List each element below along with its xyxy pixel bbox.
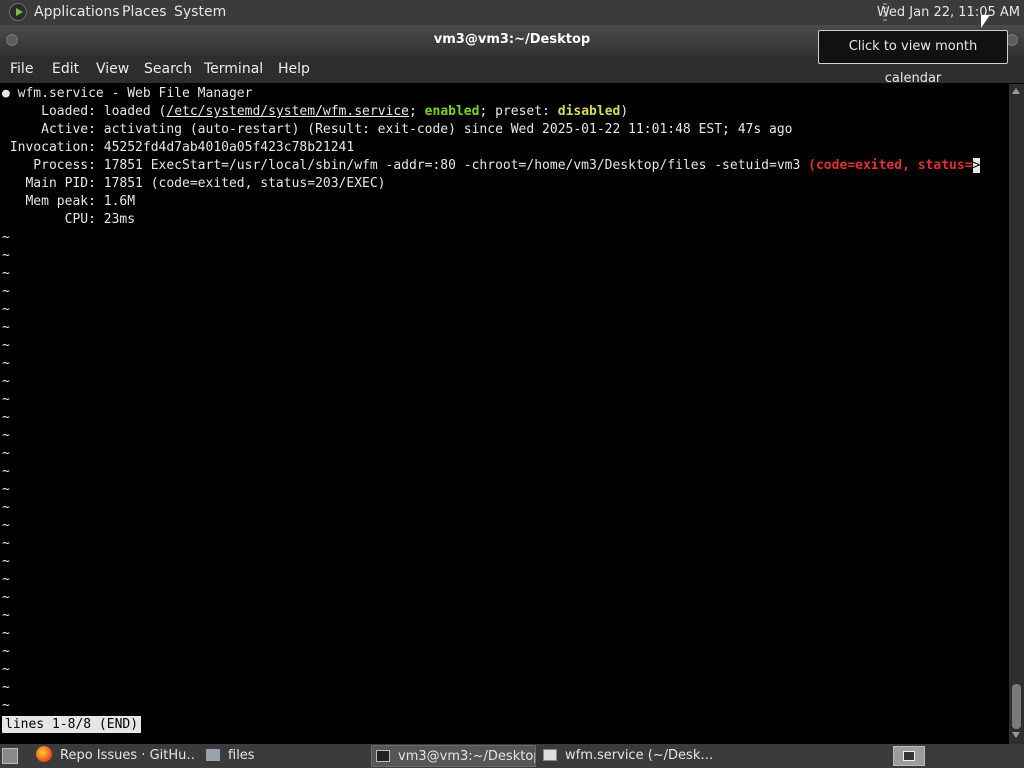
process-exit-status: (code=exited, status= [808, 158, 973, 173]
terminal-output[interactable]: ● wfm.service - Web File Manager Loaded:… [0, 84, 1009, 744]
task-label: vm3@vm3:~/Desktop [398, 749, 536, 764]
task-label: files [228, 748, 255, 763]
tilde-marker: ~ [2, 338, 10, 353]
tilde-marker: ~ [2, 230, 10, 245]
line-truncated-marker: > [972, 158, 981, 173]
enabled-state: enabled [424, 104, 480, 119]
task-label: Repo Issues · GitHu… [60, 748, 196, 763]
tilde-marker: ~ [2, 410, 10, 425]
menu-edit[interactable]: Edit [52, 56, 79, 83]
system-menu[interactable]: System [174, 0, 226, 25]
tilde-marker: ~ [2, 518, 10, 533]
tilde-marker: ~ [2, 572, 10, 587]
menu-view[interactable]: View [96, 56, 129, 83]
tilde-marker: ~ [2, 536, 10, 551]
task-terminal[interactable]: vm3@vm3:~/Desktop [371, 745, 536, 767]
task-files[interactable]: files [206, 745, 356, 767]
tilde-marker: ~ [2, 554, 10, 569]
tilde-marker: ~ [2, 644, 10, 659]
mem-peak-line: Mem peak: 1.6M [2, 194, 136, 209]
menu-search[interactable]: Search [144, 56, 192, 83]
task-label: wfm.service (~/Desk… [565, 748, 713, 763]
show-desktop-icon[interactable] [2, 748, 18, 764]
tilde-marker: ~ [2, 248, 10, 263]
main-pid-line: Main PID: 17851 (code=exited, status=203… [2, 176, 386, 191]
invocation-line: Invocation: 45252fd4d7ab4010a05f423c78b2… [2, 140, 355, 155]
tilde-marker: ~ [2, 608, 10, 623]
menu-terminal[interactable]: Terminal [204, 56, 263, 83]
loaded-close: ) [620, 104, 629, 119]
preset-state: disabled [557, 104, 621, 119]
task-firefox[interactable]: Repo Issues · GitHu… [36, 745, 196, 767]
process-text: Process: 17851 ExecStart=/usr/local/sbin… [2, 158, 809, 173]
service-header-line: ● wfm.service - Web File Manager [2, 86, 253, 101]
tilde-marker: ~ [2, 374, 10, 389]
tilde-marker: ~ [2, 266, 10, 281]
tilde-marker: ~ [2, 590, 10, 605]
firefox-icon [36, 746, 52, 762]
menu-file[interactable]: File [10, 56, 33, 83]
loaded-sep: ; [409, 104, 425, 119]
tilde-marker: ~ [2, 320, 10, 335]
tilde-marker: ~ [2, 500, 10, 515]
tilde-marker: ~ [2, 392, 10, 407]
task-editor[interactable]: wfm.service (~/Desk… [543, 745, 713, 767]
menu-help[interactable]: Help [278, 56, 310, 83]
tilde-marker: ~ [2, 662, 10, 677]
tilde-marker: ~ [2, 428, 10, 443]
scroll-up-icon[interactable] [1012, 88, 1020, 94]
calendar-tooltip: Click to view month calendar [818, 30, 1008, 86]
tilde-marker: ~ [2, 356, 10, 371]
active-line: Active: activating (auto-restart) (Resul… [2, 122, 793, 137]
folder-icon [206, 749, 220, 761]
loaded-line: Loaded: loaded (/etc/systemd/system/wfm.… [2, 103, 628, 121]
workspace-switcher[interactable] [893, 746, 925, 766]
tilde-marker: ~ [2, 698, 10, 713]
bottom-panel: Repo Issues · GitHu… files vm3@vm3:~/Des… [0, 744, 1024, 768]
scrollbar-thumb[interactable] [1012, 684, 1021, 729]
tilde-marker: ~ [2, 284, 10, 299]
top-panel: Applications Places System Wed Jan 22, 1… [0, 0, 1024, 25]
scroll-down-icon[interactable] [1012, 732, 1020, 738]
preset-label: ; preset: [479, 104, 558, 119]
tilde-marker: ~ [2, 626, 10, 641]
tilde-marker: ~ [2, 482, 10, 497]
process-line: Process: 17851 ExecStart=/usr/local/sbin… [2, 157, 981, 175]
tilde-marker: ~ [2, 680, 10, 695]
cpu-line: CPU: 23ms [2, 212, 136, 227]
tilde-marker: ~ [2, 302, 10, 317]
terminal-scrollbar[interactable] [1009, 84, 1024, 744]
places-menu[interactable]: Places [122, 0, 167, 25]
applications-menu-icon[interactable] [9, 3, 27, 21]
mouse-cursor-icon [981, 15, 990, 28]
clock[interactable]: Wed Jan 22, 11:05 AM [877, 0, 1020, 25]
applications-menu[interactable]: Applications [34, 0, 120, 25]
terminal-icon [376, 750, 390, 762]
tilde-marker: ~ [2, 446, 10, 461]
unit-file-path: /etc/systemd/system/wfm.service [166, 104, 410, 119]
pager-status: lines 1-8/8 (END) [2, 716, 142, 733]
tilde-marker: ~ [2, 464, 10, 479]
loaded-prefix: Loaded: loaded ( [2, 104, 167, 119]
text-editor-icon [543, 749, 557, 761]
